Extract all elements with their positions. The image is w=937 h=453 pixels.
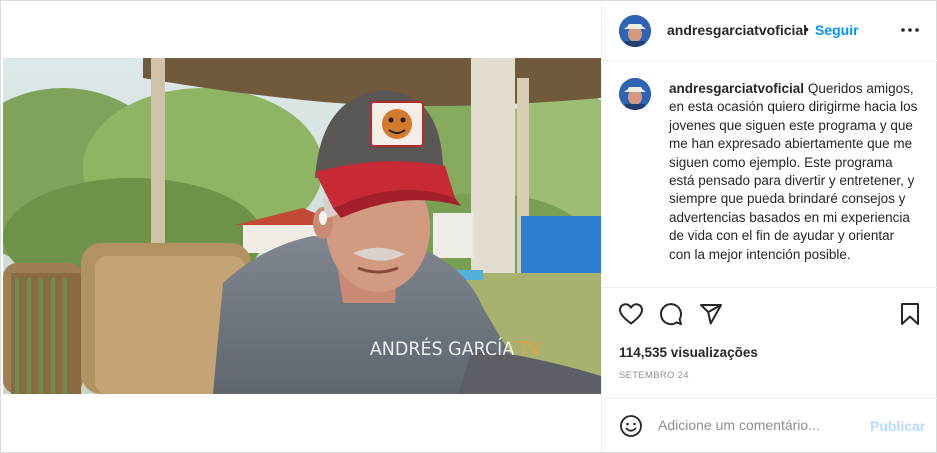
instagram-post: ANDRÉS GARCÍA TV andresgarciatvoficial • … <box>0 0 937 453</box>
post-sidebar: andresgarciatvoficial • Seguir andresgar… <box>601 1 937 452</box>
separator-dot: • <box>804 21 809 37</box>
caption-avatar-image <box>619 78 651 110</box>
post-actions: 114,535 visualizações SETEMBRO 24 <box>602 287 937 407</box>
heart-icon[interactable] <box>618 302 644 331</box>
watermark-tv: TV <box>518 338 541 360</box>
comment-form: Publicar <box>602 398 937 452</box>
caption-text: Queridos amigos, en esta ocasión quiero … <box>669 81 918 262</box>
more-options-icon[interactable] <box>898 21 922 39</box>
caption-text-block: andresgarciatvoficial Queridos amigos, e… <box>669 80 919 264</box>
avatar-image <box>619 15 651 47</box>
comment-icon[interactable] <box>659 302 683 331</box>
watermark-name: ANDRÉS GARCÍA <box>370 338 515 360</box>
publish-button[interactable]: Publicar <box>870 418 925 434</box>
post-media: ANDRÉS GARCÍA TV <box>1 1 601 452</box>
post-header: andresgarciatvoficial • Seguir <box>602 1 937 61</box>
post-video[interactable]: ANDRÉS GARCÍA TV <box>3 58 601 394</box>
emoji-icon[interactable] <box>619 414 643 443</box>
username[interactable]: andresgarciatvoficial <box>667 22 807 38</box>
post-caption: andresgarciatvoficial Queridos amigos, e… <box>602 62 937 286</box>
views-count[interactable]: 114,535 visualizações <box>619 345 758 360</box>
avatar[interactable] <box>619 15 651 47</box>
comment-input[interactable] <box>658 413 858 437</box>
video-watermark: ANDRÉS GARCÍA TV <box>370 338 541 360</box>
follow-button[interactable]: Seguir <box>815 22 859 38</box>
caption-avatar[interactable] <box>619 78 651 110</box>
caption-username[interactable]: andresgarciatvoficial <box>669 81 804 96</box>
share-icon[interactable] <box>699 302 723 331</box>
post-date[interactable]: SETEMBRO 24 <box>619 370 689 381</box>
bookmark-icon[interactable] <box>899 302 921 331</box>
